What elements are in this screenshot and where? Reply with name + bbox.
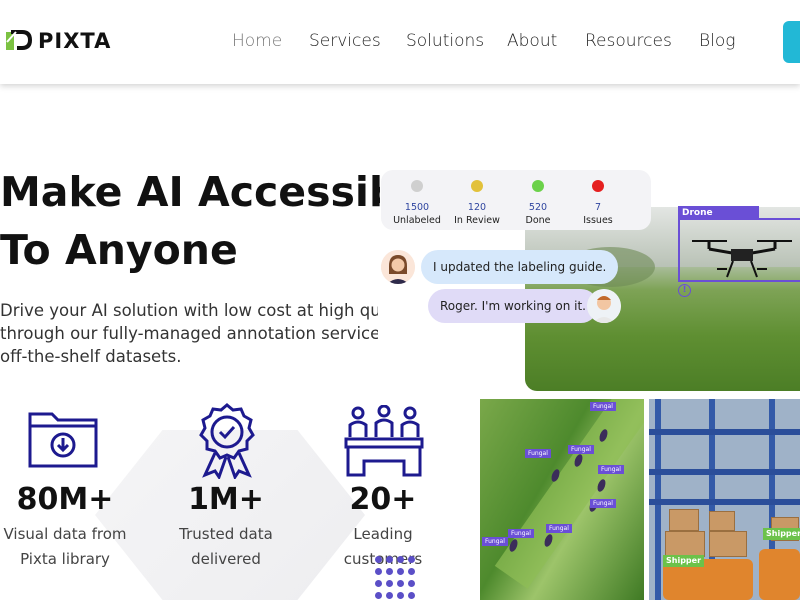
fungal-tag: Fungal xyxy=(482,537,508,546)
status-unlabeled: 1500 Unlabeled xyxy=(387,180,447,226)
stat-label-visual-data-line2: Pixta library xyxy=(20,550,110,568)
fungal-tag: Fungal xyxy=(546,524,572,533)
woman-avatar-icon xyxy=(381,250,415,284)
award-badge-icon xyxy=(199,403,255,479)
status-name: Issues xyxy=(583,215,613,226)
main-nav: Home Services Solutions About Resources … xyxy=(0,31,800,53)
status-dot-gray xyxy=(411,180,423,192)
nav-services[interactable]: Services xyxy=(309,31,381,51)
cardboard-box xyxy=(669,509,699,531)
stat-label-visual-data: Visual data from Pixta library xyxy=(0,522,135,572)
fungal-tag: Fungal xyxy=(590,402,616,411)
stat-label-customers-line1: Leading xyxy=(353,525,413,543)
decor-dot xyxy=(397,592,404,599)
site-header: PIXTA Home Services Solutions About Reso… xyxy=(0,0,800,84)
nav-resources[interactable]: Resources xyxy=(585,31,672,51)
status-count: 1500 xyxy=(404,202,430,213)
decor-dot xyxy=(408,568,415,575)
drone-bounding-box xyxy=(678,218,800,282)
nav-about[interactable]: About xyxy=(507,31,557,51)
status-name: Unlabeled xyxy=(393,215,441,226)
decor-dot xyxy=(386,556,393,563)
leaf-disease-image: Fungal Fungal Fungal Fungal Fungal Funga… xyxy=(480,399,644,600)
hero-title: Make AI Accessible To Anyone xyxy=(0,163,380,279)
hero-subtitle-line2: through our fully-managed annotation ser… xyxy=(0,324,378,343)
fungal-tag: Fungal xyxy=(508,529,534,538)
cardboard-box xyxy=(709,531,747,557)
decor-dot xyxy=(375,568,382,575)
contact-button[interactable] xyxy=(783,21,800,63)
decor-dot xyxy=(408,556,415,563)
hero-subtitle: Drive your AI solution with low cost at … xyxy=(0,299,378,368)
cardboard-box xyxy=(665,531,705,557)
status-dot-red xyxy=(592,180,604,192)
status-dot-yellow xyxy=(471,180,483,192)
decor-dot xyxy=(375,592,382,599)
fungal-tag: Fungal xyxy=(590,499,616,508)
status-count: 520 xyxy=(528,202,548,213)
decor-dot xyxy=(408,580,415,587)
hero-subtitle-line3: off-the-shelf datasets. xyxy=(0,347,182,366)
stat-value-visual-data: 80M+ xyxy=(16,482,114,517)
fungal-tag: Fungal xyxy=(598,465,624,474)
leaf-stripe xyxy=(494,399,644,589)
stat-value-customers: 20+ xyxy=(349,482,417,517)
status-name: In Review xyxy=(454,215,500,226)
cardboard-box xyxy=(709,511,735,531)
robot-shipper xyxy=(759,549,800,600)
stat-value-trusted-data: 1M+ xyxy=(188,482,264,517)
fungal-tag: Fungal xyxy=(525,449,551,458)
shelf-beam xyxy=(649,429,800,435)
drone-label: Drone xyxy=(678,206,759,220)
chat-message-1: I updated the labeling guide. xyxy=(421,250,619,284)
decor-dot xyxy=(397,568,404,575)
status-issues: 7 Issues xyxy=(568,180,628,226)
status-count: 120 xyxy=(467,202,487,213)
decor-dot xyxy=(386,568,393,575)
decorative-dots xyxy=(374,556,424,600)
decor-dot xyxy=(408,592,415,599)
nav-solutions[interactable]: Solutions xyxy=(406,31,484,51)
decor-dot xyxy=(397,580,404,587)
stat-label-visual-data-line1: Visual data from xyxy=(3,525,127,543)
meeting-people-icon xyxy=(344,405,424,477)
shelf-beam xyxy=(649,499,800,505)
man-avatar-icon xyxy=(587,289,621,323)
decor-dot xyxy=(386,592,393,599)
chat-message-2: Roger. I'm working on it. xyxy=(428,289,598,323)
decor-dot xyxy=(386,580,393,587)
stat-label-trusted-data-line1: Trusted data xyxy=(179,525,273,543)
labeling-status-card: 1500 Unlabeled 120 In Review 520 Done 7 … xyxy=(381,170,651,230)
shelf-beam xyxy=(649,469,800,475)
avatar-woman xyxy=(381,250,415,284)
stat-label-trusted-data-line2: delivered xyxy=(191,550,261,568)
status-dot-green xyxy=(532,180,544,192)
avatar-man xyxy=(587,289,621,323)
hero-title-line2: To Anyone xyxy=(0,226,238,274)
decor-dot xyxy=(397,556,404,563)
status-in-review: 120 In Review xyxy=(447,180,507,226)
status-name: Done xyxy=(525,215,551,226)
fungal-tag: Fungal xyxy=(568,445,594,454)
info-icon[interactable]: ! xyxy=(678,284,691,297)
nav-blog[interactable]: Blog xyxy=(699,31,735,51)
stat-label-trusted-data: Trusted data delivered xyxy=(156,522,296,572)
hero-title-line1: Make AI Accessible xyxy=(0,168,380,216)
warehouse-image: Shipper Shipper xyxy=(649,399,800,600)
shipper-tag: Shipper xyxy=(663,555,705,567)
nav-home[interactable]: Home xyxy=(232,31,282,51)
status-count: 7 xyxy=(594,202,602,213)
decor-dot xyxy=(375,580,382,587)
folder-download-icon xyxy=(28,412,98,468)
status-done: 520 Done xyxy=(508,180,568,226)
decor-dot xyxy=(375,556,382,563)
shipper-tag: Shipper xyxy=(763,528,800,540)
hero-subtitle-line1: Drive your AI solution with low cost at … xyxy=(0,301,378,320)
